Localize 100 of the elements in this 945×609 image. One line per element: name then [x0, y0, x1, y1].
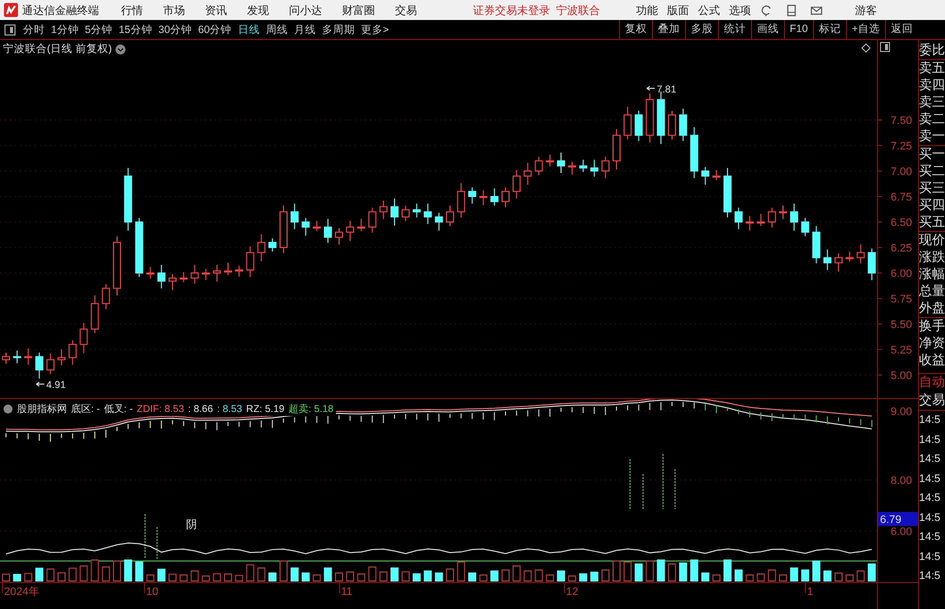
volume-bar — [146, 574, 154, 582]
menu-item[interactable]: 功能 — [636, 2, 658, 18]
volume-bar — [823, 570, 832, 582]
menu-item[interactable]: 市场 — [163, 2, 185, 18]
menu-item[interactable]: 问小达 — [289, 2, 322, 18]
toolbar-button[interactable]: +自选 — [846, 20, 885, 39]
candle — [590, 159, 598, 178]
period-tab[interactable]: 分时 — [22, 22, 46, 36]
mode-tab[interactable]: 自动 — [919, 373, 945, 391]
quote-label: 卖一 — [919, 128, 945, 145]
trade-tab[interactable]: 交易 — [919, 391, 945, 411]
refresh-icon[interactable] — [760, 4, 773, 16]
quote-label: 买一 — [919, 145, 945, 163]
user-name[interactable]: 游客 — [855, 2, 877, 18]
menu-item[interactable]: 发现 — [247, 2, 269, 18]
candle — [113, 236, 121, 296]
candle — [412, 203, 421, 218]
menu-item[interactable]: 选项 — [729, 2, 751, 18]
toolbar-button[interactable]: F10 — [784, 20, 813, 39]
dropdown-icon[interactable] — [3, 404, 13, 414]
candle — [24, 348, 32, 366]
price-tick-label: 7.25 — [890, 140, 912, 152]
candle — [634, 110, 643, 142]
login-status[interactable]: 证券交易未登录 — [473, 2, 550, 18]
volume-bar — [224, 574, 232, 582]
candle — [146, 266, 154, 280]
volume-bar — [68, 568, 77, 582]
volume-bar — [212, 573, 221, 582]
indicator-value: 超卖: 5.18 — [288, 402, 334, 416]
volume-bar — [268, 572, 276, 582]
candle — [368, 207, 376, 234]
candle — [257, 234, 266, 262]
volume-bar — [634, 564, 643, 582]
candle — [746, 215, 754, 232]
toolbar-button[interactable]: 多股 — [684, 20, 718, 39]
volume-bar — [157, 568, 166, 582]
volume-bar — [512, 566, 521, 582]
quote-label: 委比 — [919, 42, 945, 59]
toolbar-button[interactable]: 复权 — [618, 20, 652, 39]
volume-bar — [113, 560, 121, 582]
period-tab[interactable]: 多周期 — [320, 22, 356, 36]
candle — [268, 238, 276, 252]
menu-item[interactable]: 版面 — [667, 2, 689, 18]
toolbar-button[interactable]: 统计 — [718, 20, 751, 39]
dropdown-icon[interactable] — [114, 44, 126, 54]
current-value-marker — [878, 512, 918, 526]
candle — [690, 126, 698, 179]
price-tick-label: 5.50 — [890, 319, 912, 331]
period-tab[interactable]: 1分钟 — [50, 22, 80, 36]
period-tab[interactable]: 5分钟 — [84, 22, 114, 36]
candle — [312, 220, 321, 232]
period-tab[interactable]: 60分钟 — [197, 22, 233, 36]
trade-time: 14:5 — [919, 550, 942, 564]
menu-item[interactable]: 行情 — [121, 2, 143, 18]
menu-item[interactable]: 公式 — [698, 2, 720, 18]
volume-bar — [834, 572, 842, 582]
period-tab[interactable]: 周线 — [264, 22, 289, 36]
volume-bar — [734, 570, 743, 582]
date-label: 10 — [146, 586, 158, 598]
candle — [568, 161, 576, 176]
candle — [823, 249, 832, 270]
volume-bar — [390, 568, 398, 582]
diamond-icon[interactable] — [861, 43, 871, 53]
menu-item[interactable]: 财富圈 — [342, 2, 375, 18]
envelope-icon[interactable] — [810, 4, 823, 16]
volume-bar — [801, 570, 810, 582]
volume-bar — [80, 566, 88, 582]
toolbar-button[interactable]: 返回 — [885, 20, 918, 39]
period-tab[interactable]: 更多> — [360, 22, 390, 36]
volume-bar — [257, 568, 266, 582]
price-tick-label: 5.00 — [890, 370, 912, 382]
price-tick-label: 7.50 — [890, 115, 912, 127]
candle — [524, 162, 532, 186]
volume-bar — [468, 572, 476, 582]
period-tab[interactable]: 日线 — [236, 22, 261, 36]
menu-item[interactable]: 资讯 — [205, 2, 227, 18]
candle — [834, 253, 842, 272]
toolbar-button[interactable]: 标记 — [812, 20, 846, 39]
price-tick-label: 5.25 — [890, 344, 912, 356]
trade-time: 14:5 — [919, 491, 942, 506]
period-tab[interactable]: 15分钟 — [118, 22, 154, 36]
period-tab[interactable]: 月线 — [292, 22, 317, 36]
toolbar-button[interactable]: 叠加 — [652, 20, 685, 39]
trade-time: 14:5 — [919, 569, 942, 584]
quote-label: 总量 — [919, 283, 945, 300]
toolbar-button[interactable]: 画线 — [750, 20, 784, 39]
candle — [512, 169, 521, 200]
panel-toggle-icon[interactable] — [4, 24, 16, 36]
period-tab[interactable]: 30分钟 — [157, 22, 194, 36]
panel-toggle-icon[interactable] — [880, 42, 890, 52]
menu-item[interactable]: 交易 — [395, 2, 417, 18]
indicator-tick-label: 8.00 — [890, 475, 912, 487]
candle — [779, 205, 787, 220]
trade-time: 14:5 — [919, 413, 942, 428]
volume-bar — [502, 570, 510, 582]
candle — [490, 188, 498, 206]
tablet-icon[interactable] — [785, 4, 798, 16]
volume-bar — [368, 566, 376, 582]
volume-bar — [790, 568, 798, 582]
candle — [246, 246, 254, 278]
